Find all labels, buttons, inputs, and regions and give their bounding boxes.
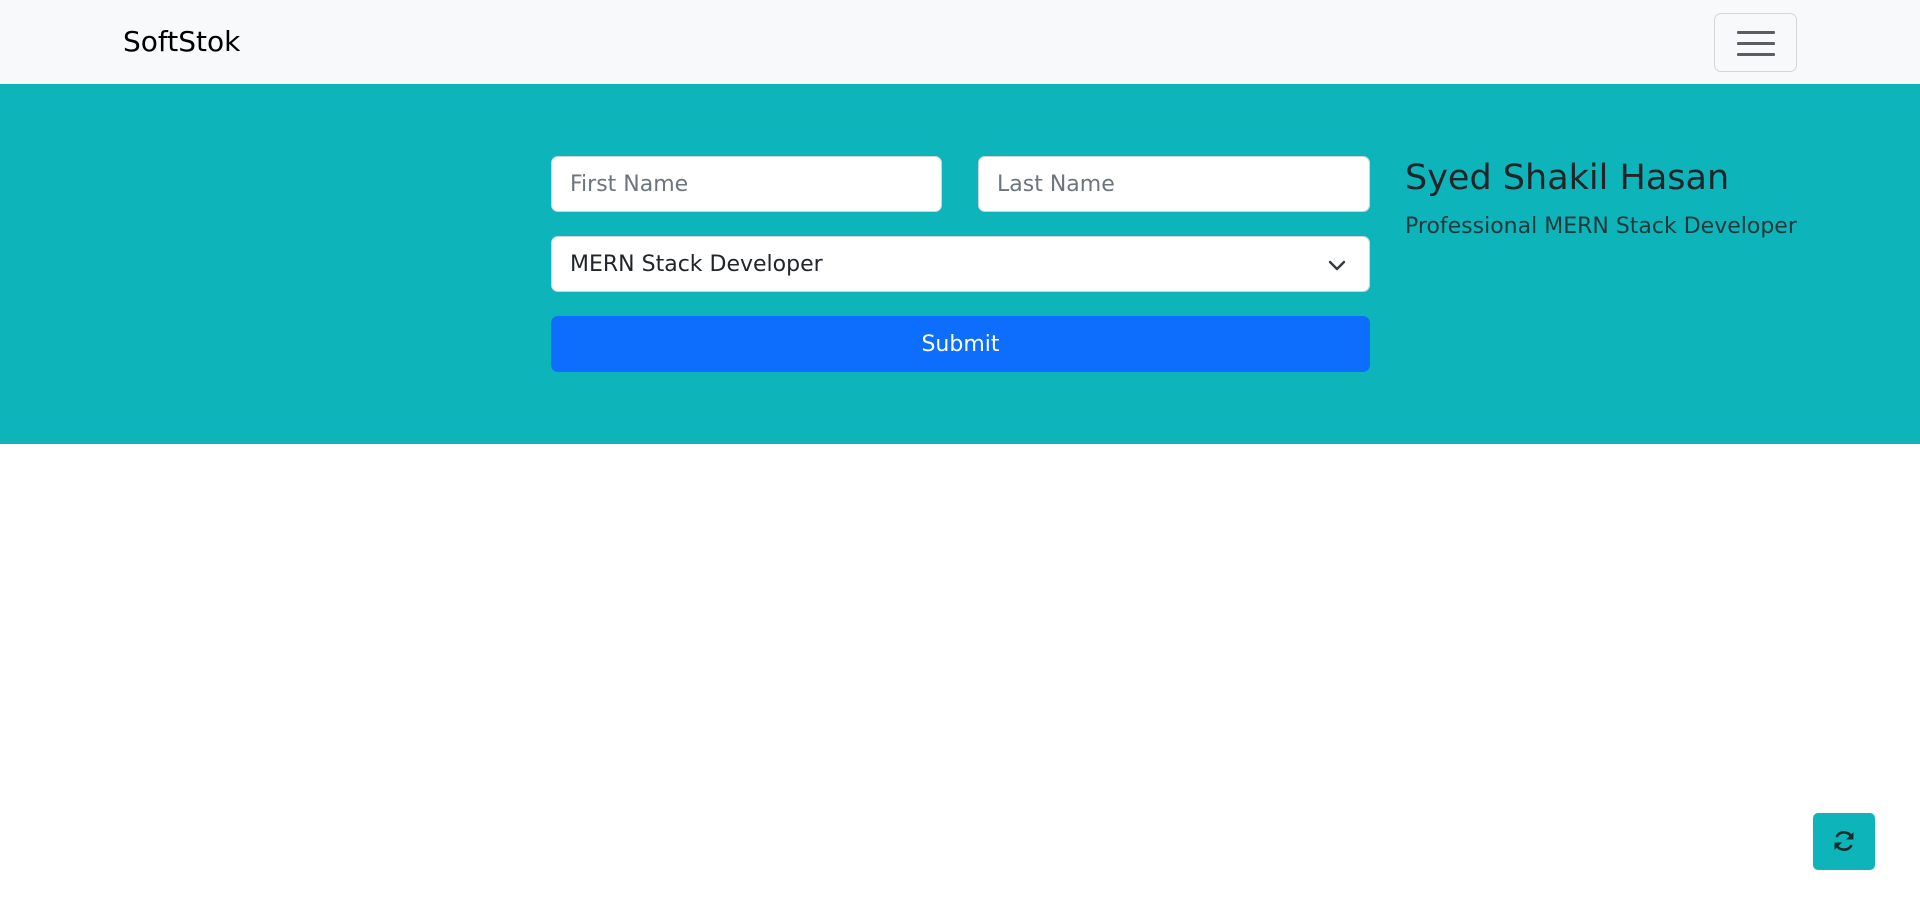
submit-button[interactable]: Submit	[551, 316, 1370, 372]
last-name-input[interactable]	[978, 156, 1370, 212]
refresh-button[interactable]	[1813, 813, 1875, 870]
profile-name: Syed Shakil Hasan	[1405, 158, 1730, 198]
navbar: SoftStok	[0, 0, 1920, 84]
refresh-icon	[1834, 831, 1854, 851]
role-select-value: MERN Stack Developer	[570, 252, 823, 277]
first-name-input[interactable]	[551, 156, 942, 212]
brand-link[interactable]: SoftStok	[123, 24, 240, 60]
chevron-down-icon	[1328, 260, 1346, 271]
navbar-toggler-button[interactable]	[1714, 13, 1797, 72]
profile-title: Professional MERN Stack Developer	[1405, 214, 1797, 239]
role-select[interactable]: MERN Stack Developer	[551, 236, 1370, 292]
hamburger-menu-icon	[1737, 29, 1775, 57]
